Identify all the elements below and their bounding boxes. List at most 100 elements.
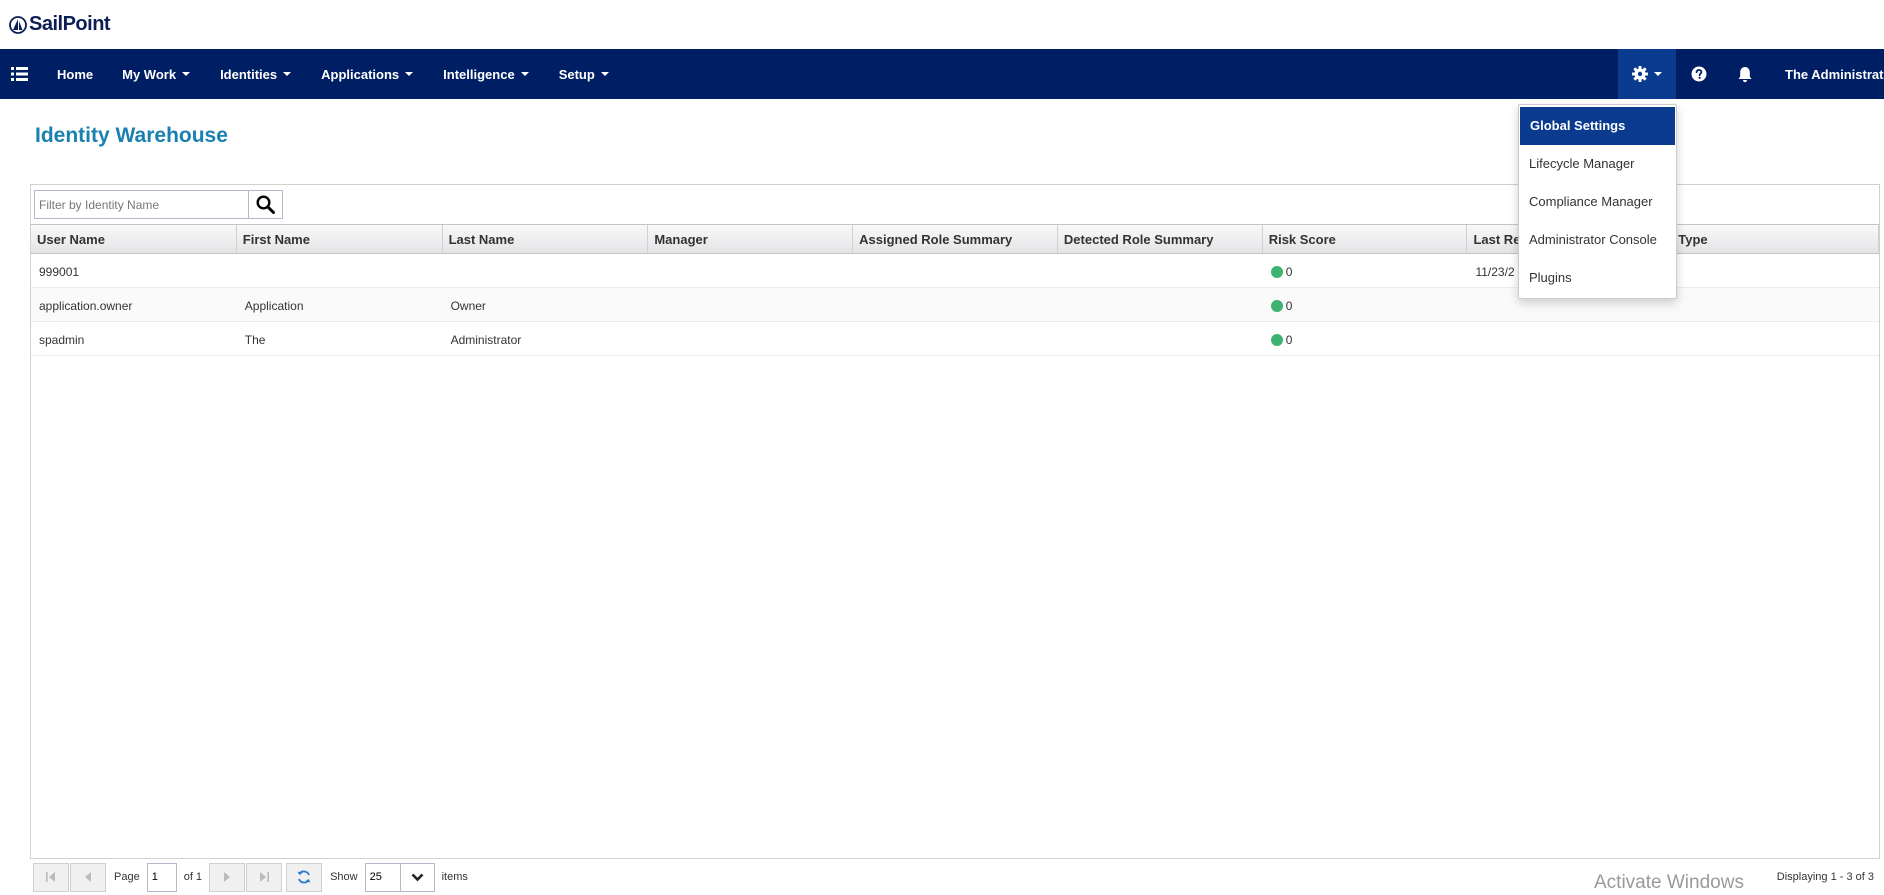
cell-risk-score: 0 bbox=[1263, 322, 1468, 355]
column-header-last-name[interactable]: Last Name bbox=[443, 225, 649, 253]
logo-bar: SailPoint bbox=[0, 0, 1884, 49]
nav-item-label: Setup bbox=[558, 66, 595, 82]
caret-down-icon bbox=[520, 72, 529, 76]
question-circle-icon bbox=[1691, 66, 1707, 82]
cell-detected-role-summary bbox=[1058, 254, 1263, 287]
user-name-label: The Administrator bbox=[1785, 66, 1884, 82]
column-header-user-name[interactable]: User Name bbox=[31, 225, 237, 253]
risk-status-icon bbox=[1270, 299, 1283, 312]
page-size-dropdown-button[interactable] bbox=[399, 862, 435, 892]
menu-item-plugins[interactable]: Plugins bbox=[1519, 259, 1676, 297]
nav-item-label: My Work bbox=[122, 66, 177, 82]
nav-item-setup[interactable]: Setup bbox=[559, 49, 609, 99]
column-header-assigned-role-summary[interactable]: Assigned Role Summary bbox=[853, 225, 1058, 253]
nav-item-label: Home bbox=[57, 66, 94, 82]
caret-down-icon bbox=[600, 72, 609, 76]
first-page-button[interactable] bbox=[33, 862, 69, 892]
nav-item-identities[interactable]: Identities bbox=[220, 49, 292, 99]
page-label: Page bbox=[114, 871, 140, 883]
table-row[interactable]: spadmin The Administrator 0 bbox=[31, 322, 1879, 356]
risk-status-icon bbox=[1270, 265, 1283, 278]
brand-name: SailPoint bbox=[29, 13, 111, 35]
cell-assigned-role-summary bbox=[853, 254, 1058, 287]
cell-type bbox=[1672, 254, 1879, 287]
bell-icon bbox=[1738, 66, 1752, 82]
last-page-icon bbox=[260, 872, 270, 882]
main-navbar: Home My Work Identities Applications Int… bbox=[0, 49, 1884, 99]
show-label: Show bbox=[330, 871, 358, 883]
cell-first-name: Application bbox=[244, 299, 304, 313]
cell-user-name: spadmin bbox=[39, 333, 85, 347]
cell-risk-score: 0 bbox=[1263, 254, 1468, 287]
search-button[interactable] bbox=[249, 190, 283, 219]
risk-score-value: 0 bbox=[1285, 265, 1293, 279]
nav-item-label: Intelligence bbox=[443, 66, 515, 82]
previous-page-button[interactable] bbox=[70, 862, 106, 892]
page-number-input[interactable] bbox=[146, 862, 177, 892]
cell-last-refresh bbox=[1467, 322, 1672, 355]
page-size-input[interactable] bbox=[364, 862, 400, 892]
caret-down-icon bbox=[182, 72, 191, 76]
page-count-label: of 1 bbox=[183, 871, 203, 883]
menu-item-global-settings[interactable]: Global Settings bbox=[1520, 107, 1675, 145]
cell-manager bbox=[648, 288, 853, 321]
page-title: Identity Warehouse bbox=[35, 124, 228, 147]
sailpoint-logo[interactable]: SailPoint bbox=[9, 13, 111, 36]
risk-status-icon bbox=[1270, 333, 1283, 346]
activate-windows-watermark: Activate Windows bbox=[1594, 872, 1744, 893]
refresh-button[interactable] bbox=[286, 862, 323, 892]
nav-item-label: Applications bbox=[321, 66, 400, 82]
cell-last-name bbox=[443, 254, 649, 287]
previous-page-icon bbox=[85, 872, 91, 882]
menu-toggle-button[interactable] bbox=[0, 49, 38, 99]
menu-item-administrator-console[interactable]: Administrator Console bbox=[1519, 221, 1676, 259]
menu-item-compliance-manager[interactable]: Compliance Manager bbox=[1519, 183, 1676, 221]
cell-type bbox=[1672, 322, 1879, 355]
caret-down-icon bbox=[283, 72, 292, 76]
user-menu-button[interactable]: The Administrator bbox=[1785, 49, 1884, 99]
cell-detected-role-summary bbox=[1058, 288, 1263, 321]
search-icon bbox=[256, 195, 275, 214]
cell-last-name: Administrator bbox=[450, 333, 522, 347]
help-button[interactable] bbox=[1680, 49, 1718, 99]
cell-detected-role-summary bbox=[1058, 322, 1263, 355]
list-menu-icon bbox=[10, 67, 28, 81]
displaying-count: Displaying 1 - 3 of 3 bbox=[1776, 871, 1874, 883]
refresh-icon bbox=[297, 870, 311, 884]
cell-type bbox=[1672, 288, 1879, 321]
nav-item-label: Identities bbox=[220, 66, 278, 82]
notifications-button[interactable] bbox=[1726, 49, 1764, 99]
cell-manager bbox=[648, 254, 853, 287]
chevron-down-icon bbox=[411, 873, 424, 881]
cell-assigned-role-summary bbox=[853, 288, 1058, 321]
column-header-manager[interactable]: Manager bbox=[648, 225, 854, 253]
cell-user-name: application.owner bbox=[39, 299, 133, 313]
nav-item-applications[interactable]: Applications bbox=[321, 49, 414, 99]
cell-manager bbox=[648, 322, 853, 355]
first-page-icon bbox=[46, 872, 55, 882]
next-page-icon bbox=[224, 872, 231, 882]
risk-score-value: 0 bbox=[1285, 299, 1293, 313]
next-page-button[interactable] bbox=[209, 862, 246, 892]
cell-first-name bbox=[237, 254, 443, 287]
settings-dropdown-menu: Global Settings Lifecycle Manager Compli… bbox=[1518, 104, 1677, 299]
gear-icon bbox=[1632, 66, 1648, 82]
sailpoint-logo-icon bbox=[9, 15, 27, 34]
filter-identity-input[interactable] bbox=[34, 190, 249, 219]
cell-last-name: Owner bbox=[450, 299, 486, 313]
column-header-detected-role-summary[interactable]: Detected Role Summary bbox=[1058, 225, 1263, 253]
nav-item-my-work[interactable]: My Work bbox=[122, 49, 191, 99]
column-header-first-name[interactable]: First Name bbox=[237, 225, 443, 253]
caret-down-icon bbox=[405, 72, 414, 76]
settings-menu-button[interactable] bbox=[1618, 49, 1676, 99]
items-label: items bbox=[441, 871, 468, 883]
column-header-risk-score[interactable]: Risk Score bbox=[1263, 225, 1468, 253]
column-header-type[interactable]: Type bbox=[1672, 225, 1880, 253]
menu-item-lifecycle-manager[interactable]: Lifecycle Manager bbox=[1519, 145, 1676, 183]
cell-assigned-role-summary bbox=[853, 322, 1058, 355]
caret-down-icon bbox=[1654, 72, 1662, 76]
nav-item-home[interactable]: Home bbox=[57, 49, 93, 99]
nav-item-intelligence[interactable]: Intelligence bbox=[443, 49, 529, 99]
cell-first-name: The bbox=[244, 333, 266, 347]
last-page-button[interactable] bbox=[246, 862, 283, 892]
